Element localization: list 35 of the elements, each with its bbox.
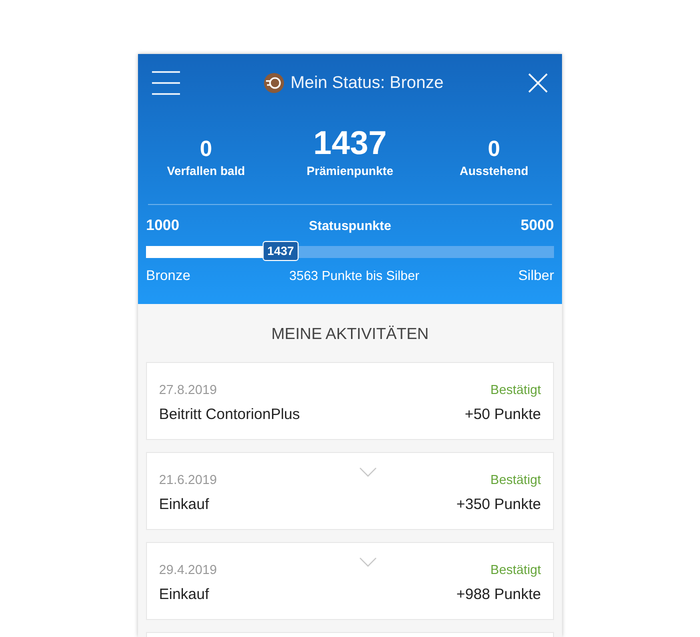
points-value: 1437 — [313, 124, 387, 162]
points-value: 0 — [200, 136, 212, 162]
next-tier-label: Silber — [518, 267, 554, 283]
activity-name: Einkauf — [159, 496, 210, 513]
current-tier-label: Bronze — [146, 267, 190, 283]
header-title: Mein Status: Bronze — [290, 73, 444, 93]
points-label: Prämienpunkte — [306, 164, 394, 178]
activity-date: 27.8.2019 — [159, 382, 217, 396]
activity-card[interactable]: 21.6.2019 Bestätigt Einkauf +350 Punkte — [146, 452, 554, 530]
coin-logo-icon — [264, 73, 284, 93]
progress-badge: 1437 — [262, 241, 299, 261]
menu-icon[interactable] — [152, 71, 180, 95]
points-label: Verfallen bald — [166, 164, 246, 178]
activity-name: Beitritt ContorionPlus — [159, 406, 300, 423]
chevron-down-icon — [359, 557, 377, 567]
points-to-next-tier-text: 3563 Punkte bis Silber — [289, 268, 420, 282]
activity-status: Bestätigt — [490, 382, 541, 396]
activity-status: Bestätigt — [490, 472, 541, 486]
activity-date: 21.6.2019 — [159, 472, 217, 486]
activity-points: +350 Punkte — [456, 496, 541, 513]
activity-card[interactable]: 29.4.2019 Bestätigt Einkauf +988 Punkte — [146, 542, 554, 620]
points-label: Ausstehend — [460, 164, 528, 178]
section-title: MEINE AKTIVITÄTEN — [270, 324, 430, 345]
activity-card[interactable]: 27.8.2019 Bestätigt Beitritt ContorionPlus +50 Punkte — [146, 362, 554, 440]
activity-status: Bestätigt — [490, 562, 541, 576]
activity-name: Einkauf — [159, 586, 210, 603]
range-max: 5000 — [520, 217, 554, 234]
close-icon[interactable] — [528, 73, 548, 93]
chevron-down-icon — [359, 467, 377, 477]
points-value: 0 — [488, 136, 500, 162]
activity-date: 29.4.2019 — [159, 562, 217, 576]
range-min: 1000 — [146, 217, 180, 234]
activity-points: +50 Punkte — [464, 406, 541, 423]
status-points-title: Statuspunkte — [308, 218, 392, 233]
activity-points: +988 Punkte — [456, 586, 541, 603]
